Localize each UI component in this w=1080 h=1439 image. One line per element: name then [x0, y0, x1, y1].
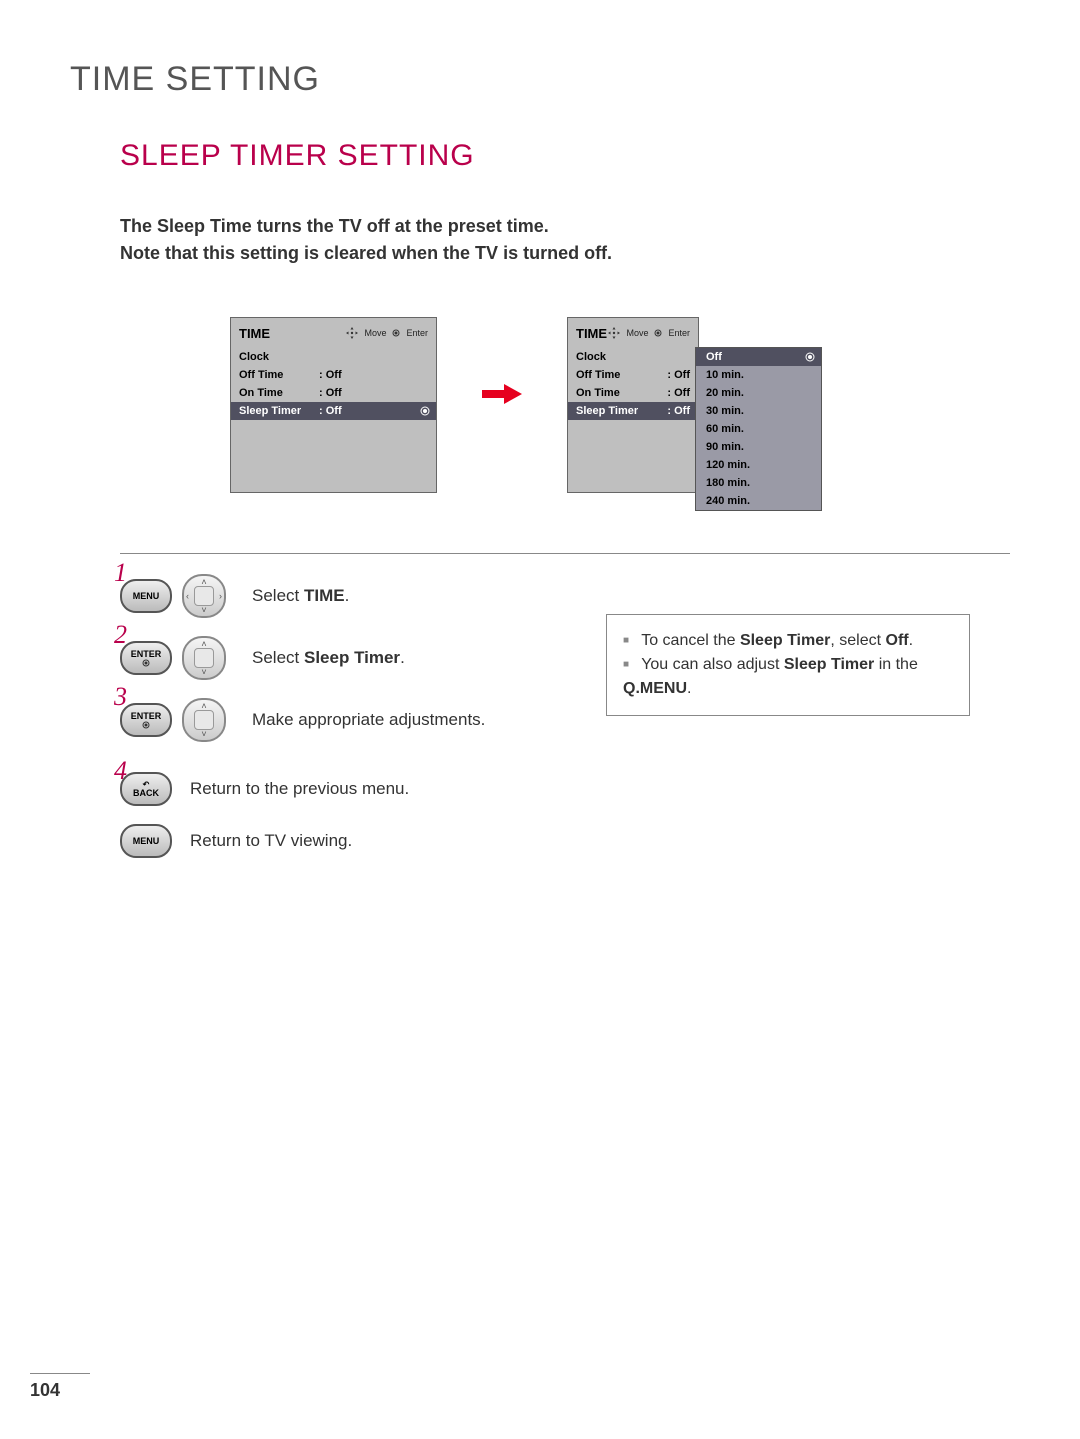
intro-text: The Sleep Time turns the TV off at the p… [120, 213, 1010, 267]
chevron-up-icon: ˄ [201, 701, 206, 711]
menu2-row-sleeptimer: Sleep Timer : Off [568, 402, 698, 420]
dropdown-option: 30 min. [696, 402, 821, 420]
dropdown-option: 10 min. [696, 366, 821, 384]
arrow-icon [482, 382, 522, 406]
step-3-text: Make appropriate adjustments. [252, 710, 485, 730]
enter-label: Enter [406, 328, 428, 338]
remote-back-button: ↶ BACK [120, 772, 172, 806]
move-icon [346, 327, 358, 339]
page-number: 104 [30, 1373, 90, 1401]
step-1-number: 1 [114, 558, 127, 588]
step-3-number: 3 [114, 682, 127, 712]
remote-dpad-vertical: ˄ ˅ [182, 698, 226, 742]
dropdown-option: 240 min. [696, 492, 821, 510]
chevron-left-icon: ‹ [186, 591, 189, 601]
remote-menu-button: MENU [120, 824, 172, 858]
chevron-right-icon: › [219, 591, 222, 601]
note-2: You can also adjust Sleep Timer in the Q… [623, 653, 953, 701]
dropdown-option: 60 min. [696, 420, 821, 438]
dropdown-option: 20 min. [696, 384, 821, 402]
chevron-up-icon: ˄ [201, 577, 206, 587]
step-5-text: Return to TV viewing. [190, 831, 352, 851]
menu1-row-sleeptimer: Sleep Timer : Off [231, 402, 436, 420]
remote-dpad-vertical: ˄ ˅ [182, 636, 226, 680]
menu2-row-offtime: Off Time : Off [568, 366, 698, 384]
menu2-title: TIME [576, 326, 607, 341]
menu1-row-ontime: On Time : Off [231, 384, 436, 402]
enter-dot-icon [142, 659, 150, 667]
chevron-down-icon: ˅ [201, 667, 206, 677]
step-2-text: Select Sleep Timer. [252, 648, 405, 668]
section-title: SLEEP TIMER SETTING [120, 139, 1010, 173]
enter-dot-icon [392, 329, 400, 337]
page-title: TIME SETTING [70, 60, 1010, 99]
enter-label: Enter [668, 328, 690, 338]
step-2-number: 2 [114, 620, 127, 650]
move-label: Move [626, 328, 648, 338]
menu1-row-clock: Clock [231, 348, 436, 366]
move-icon [608, 327, 620, 339]
dropdown-option: 180 min. [696, 474, 821, 492]
step-4-text: Return to the previous menu. [190, 779, 409, 799]
sleep-timer-dropdown: Off 10 min. 20 min. 30 min. 60 min. 90 m… [695, 347, 822, 511]
step-4: 4 ↶ BACK Return to the previous menu. [120, 772, 1010, 806]
intro-line-2: Note that this setting is cleared when t… [120, 240, 1010, 267]
remote-enter-button: ENTER [120, 641, 172, 675]
step-5: MENU Return to TV viewing. [120, 824, 1010, 858]
selection-indicator-icon [420, 406, 430, 416]
note-1: To cancel the Sleep Timer, select Off. [623, 629, 953, 653]
dropdown-option: 90 min. [696, 438, 821, 456]
divider [120, 553, 1010, 554]
dropdown-option-off: Off [696, 348, 821, 366]
step-4-number: 4 [114, 756, 127, 786]
menu1-row-offtime: Off Time : Off [231, 366, 436, 384]
menu2-row-clock: Clock [568, 348, 698, 366]
step-1-text: Select TIME. [252, 586, 349, 606]
time-menu-after: TIME Move Enter Clock [567, 317, 699, 493]
enter-dot-icon [654, 329, 662, 337]
notes-box: To cancel the Sleep Timer, select Off. Y… [606, 614, 970, 716]
chevron-up-icon: ˄ [201, 639, 206, 649]
intro-line-1: The Sleep Time turns the TV off at the p… [120, 213, 1010, 240]
selection-indicator-icon [805, 352, 815, 362]
time-menu-before: TIME Move Enter Clock Off Time : Off [230, 317, 437, 493]
remote-enter-button: ENTER [120, 703, 172, 737]
remote-menu-button: MENU [120, 579, 172, 613]
chevron-down-icon: ˅ [201, 729, 206, 739]
chevron-down-icon: ˅ [201, 605, 206, 615]
dropdown-option: 120 min. [696, 456, 821, 474]
menu1-title: TIME [239, 326, 270, 341]
menu2-row-ontime: On Time : Off [568, 384, 698, 402]
enter-dot-icon [142, 721, 150, 729]
remote-dpad-4way: ˄ ˅ ‹ › [182, 574, 226, 618]
move-label: Move [364, 328, 386, 338]
step-1: 1 MENU ˄ ˅ ‹ › Select TIME. [120, 574, 1010, 618]
